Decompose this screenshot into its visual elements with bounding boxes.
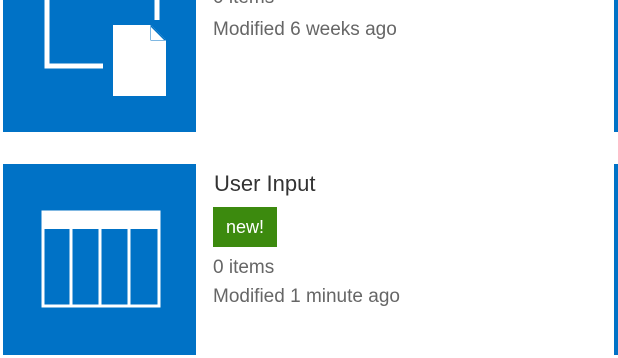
- tile-edge: [614, 0, 618, 132]
- new-badge: new!: [213, 207, 277, 247]
- modified-date: Modified 6 weeks ago: [213, 19, 397, 40]
- library-tile[interactable]: [3, 0, 196, 132]
- item-title[interactable]: User Input: [214, 171, 316, 197]
- item-count: 0 items: [213, 257, 275, 278]
- list-tile[interactable]: [3, 164, 196, 355]
- modified-date: Modified 1 minute ago: [213, 286, 400, 307]
- item-count: 0 items: [213, 0, 274, 10]
- tile-edge: [614, 164, 618, 355]
- list-icon: [41, 210, 161, 308]
- document-library-icon: [44, 0, 166, 96]
